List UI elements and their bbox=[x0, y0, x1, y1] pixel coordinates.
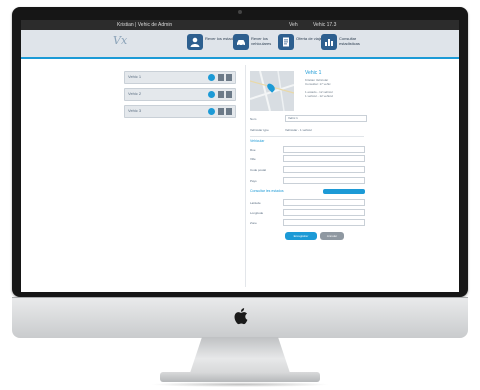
nav-button-label: Consultar estadisticas bbox=[339, 36, 360, 46]
detail-line: 1 vehicul - 12 vehicul bbox=[305, 94, 334, 98]
delete-icon[interactable] bbox=[226, 91, 232, 98]
info-icon[interactable] bbox=[208, 108, 215, 115]
main-nav: Vx Rever los estados Rever los vehicular… bbox=[21, 30, 459, 59]
stand-shadow bbox=[150, 382, 330, 387]
list-item-name: Vehic 1 bbox=[128, 74, 142, 79]
topbar-status: Vehic 17.3 bbox=[313, 22, 337, 28]
country-input[interactable] bbox=[283, 177, 365, 184]
zone-input[interactable] bbox=[283, 219, 365, 226]
section-heading: Vehicular bbox=[250, 139, 265, 143]
latitude-input[interactable] bbox=[283, 199, 365, 206]
topbar-title: Kristian | Vehic de Admin bbox=[117, 22, 173, 28]
list-item[interactable]: Vehic 1 bbox=[124, 71, 236, 84]
delete-icon[interactable] bbox=[226, 74, 232, 81]
field-label: Ville bbox=[250, 157, 256, 161]
type-label: Vehicular type bbox=[250, 128, 269, 132]
cancel-button[interactable]: Annuler bbox=[320, 232, 344, 240]
type-value[interactable]: Vehicular - 1 vehicul bbox=[285, 128, 312, 132]
nav-button-estados[interactable]: Rever los estados bbox=[187, 33, 237, 54]
edit-icon[interactable] bbox=[218, 91, 224, 98]
locate-button[interactable] bbox=[323, 189, 365, 194]
edit-icon[interactable] bbox=[218, 74, 224, 81]
nav-button-viajes[interactable]: Oferta de viajes bbox=[278, 33, 326, 54]
divider bbox=[250, 136, 364, 137]
field-label: Latitude bbox=[250, 201, 261, 205]
app-topbar: Kristian | Vehic de Admin Veh Vehic 17.3 bbox=[21, 20, 459, 30]
edit-icon[interactable] bbox=[218, 108, 224, 115]
field-label: Pays bbox=[250, 179, 257, 183]
car-icon bbox=[233, 34, 249, 50]
location-map[interactable] bbox=[250, 71, 294, 111]
info-icon[interactable] bbox=[208, 74, 215, 81]
list-item-name: Vehic 3 bbox=[128, 108, 142, 113]
list-item[interactable]: Vehic 3 bbox=[124, 105, 236, 118]
info-icon[interactable] bbox=[208, 91, 215, 98]
field-label: Zone bbox=[250, 221, 257, 225]
section-heading: Consultar les estados bbox=[250, 189, 284, 193]
nav-button-estadisticas[interactable]: Consultar estadisticas bbox=[321, 33, 373, 54]
screen: Kristian | Vehic de Admin Veh Vehic 17.3… bbox=[21, 20, 459, 292]
list-item[interactable]: Vehic 2 bbox=[124, 88, 236, 101]
app-logo[interactable]: Vx bbox=[113, 34, 147, 52]
field-label: Rue bbox=[250, 148, 256, 152]
apple-logo-icon bbox=[234, 308, 248, 325]
street-input[interactable] bbox=[283, 146, 365, 153]
panel-divider bbox=[245, 65, 246, 287]
monitor-stand-neck bbox=[190, 337, 290, 373]
field-label: Code postal bbox=[250, 168, 267, 172]
camera-dot bbox=[238, 10, 242, 14]
save-button[interactable]: Enregistrer bbox=[285, 232, 317, 240]
detail-line: Consultar: 17 vehic bbox=[305, 82, 331, 86]
topbar-user[interactable]: Veh bbox=[289, 20, 298, 30]
longitude-input[interactable] bbox=[283, 209, 365, 216]
city-input[interactable] bbox=[283, 155, 365, 162]
list-item-name: Vehic 2 bbox=[128, 91, 142, 96]
person-icon bbox=[187, 34, 203, 50]
postal-code-input[interactable] bbox=[283, 166, 365, 173]
monitor-stand-foot bbox=[160, 372, 320, 382]
delete-icon[interactable] bbox=[226, 108, 232, 115]
field-label: Longitude bbox=[250, 211, 264, 215]
chart-icon bbox=[321, 34, 337, 50]
name-input[interactable]: Vehic 1 bbox=[285, 115, 367, 122]
name-label: Nom bbox=[250, 117, 257, 121]
vehicle-list: Vehic 1 Vehic 2 Vehic 3 bbox=[124, 71, 236, 122]
document-icon bbox=[278, 34, 294, 50]
detail-title: Vehic 1 bbox=[305, 70, 322, 76]
